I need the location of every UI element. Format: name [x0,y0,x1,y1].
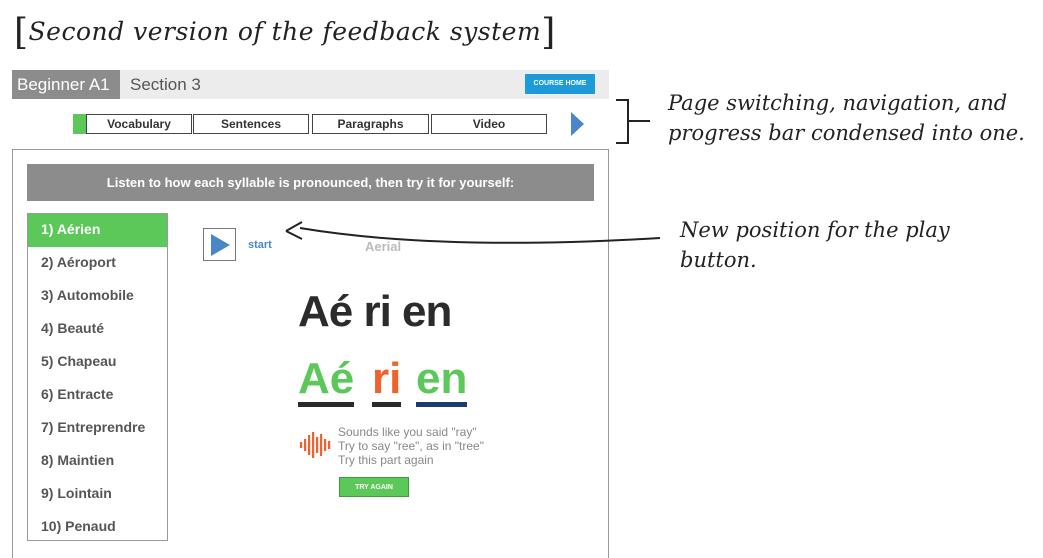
play-icon [211,234,230,256]
start-link[interactable]: start [248,239,272,251]
title-text: Second version of the feedback system [28,17,542,46]
list-item[interactable]: 4) Beauté [28,313,167,346]
annotation-nav: Page switching, navigation, and progress… [668,91,1025,145]
course-home-button[interactable]: COURSE HOME [525,74,595,94]
syllable-1-text: Aé [298,354,355,403]
list-item[interactable]: 3) Automobile [28,280,167,313]
syllable-1-underline [298,402,355,407]
list-item[interactable]: 2) Aéroport [28,247,167,280]
wave-bar [304,439,307,451]
list-item[interactable]: 8) Maintien [28,445,167,478]
tab-video[interactable]: Video [431,114,547,134]
wave-bar [316,437,319,453]
wave-bar [300,442,303,448]
lesson-panel: Listen to how each syllable is pronounce… [12,149,609,558]
tab-paragraphs[interactable]: Paragraphs [312,114,429,134]
syllable-3-text: en [416,354,468,403]
wave-bar [308,435,311,455]
syllables-display: Aé ri en [298,287,452,336]
wave-bar [320,434,323,456]
page-title: [Second version of the feedback system] [14,8,556,53]
wave-bar [312,432,315,458]
list-item[interactable]: 5) Chapeau [28,346,167,379]
syllable-2-text: ri [372,354,402,403]
course-header-bar: Beginner A1 Section 3 COURSE HOME [12,70,609,99]
title-close-bracket: ] [541,12,556,53]
list-item[interactable]: 9) Lointain [28,478,167,511]
list-item[interactable]: 6) Entracte [28,379,167,412]
tab-sentences[interactable]: Sentences [193,114,309,134]
level-badge: Beginner A1 [12,70,120,99]
try-again-button[interactable]: TRY AGAIN [339,477,409,497]
syllable-2: ri [372,354,402,407]
word-list: 1) Aérien 2) Aéroport 3) Automobile 4) B… [27,213,168,541]
wave-bar [324,439,327,451]
feedback-line-1: Sounds like you said "ray" [338,425,477,439]
syllable-1: Aé [298,354,355,407]
list-item[interactable]: 10) Penaud [28,511,167,544]
wave-bar [328,441,331,449]
tab-progress-indicator [73,114,86,134]
tab-vocabulary[interactable]: Vocabulary [86,114,192,134]
section-label: Section 3 [130,75,201,94]
syllable-3-underline [416,402,468,407]
next-arrow-icon[interactable] [571,112,584,136]
translation-label: Aerial [365,239,402,254]
annotation-play: New position for the play button. [680,218,950,272]
nav-bracket [616,99,650,144]
instruction-banner: Listen to how each syllable is pronounce… [27,164,594,201]
feedback-text: Sounds like you said "ray" Try to say "r… [338,425,484,467]
feedback-line-2: Try to say "ree", as in "tree" [338,439,484,453]
feedback-line-3: Try this part again [338,453,434,467]
audio-waveform-icon [300,432,331,458]
title-open-bracket: [ [14,12,29,53]
syllable-2-underline [372,402,402,407]
play-button[interactable] [203,228,236,261]
syllable-3: en [416,354,468,407]
list-item[interactable]: 1) Aérien [28,214,167,247]
list-item[interactable]: 7) Entreprendre [28,412,167,445]
